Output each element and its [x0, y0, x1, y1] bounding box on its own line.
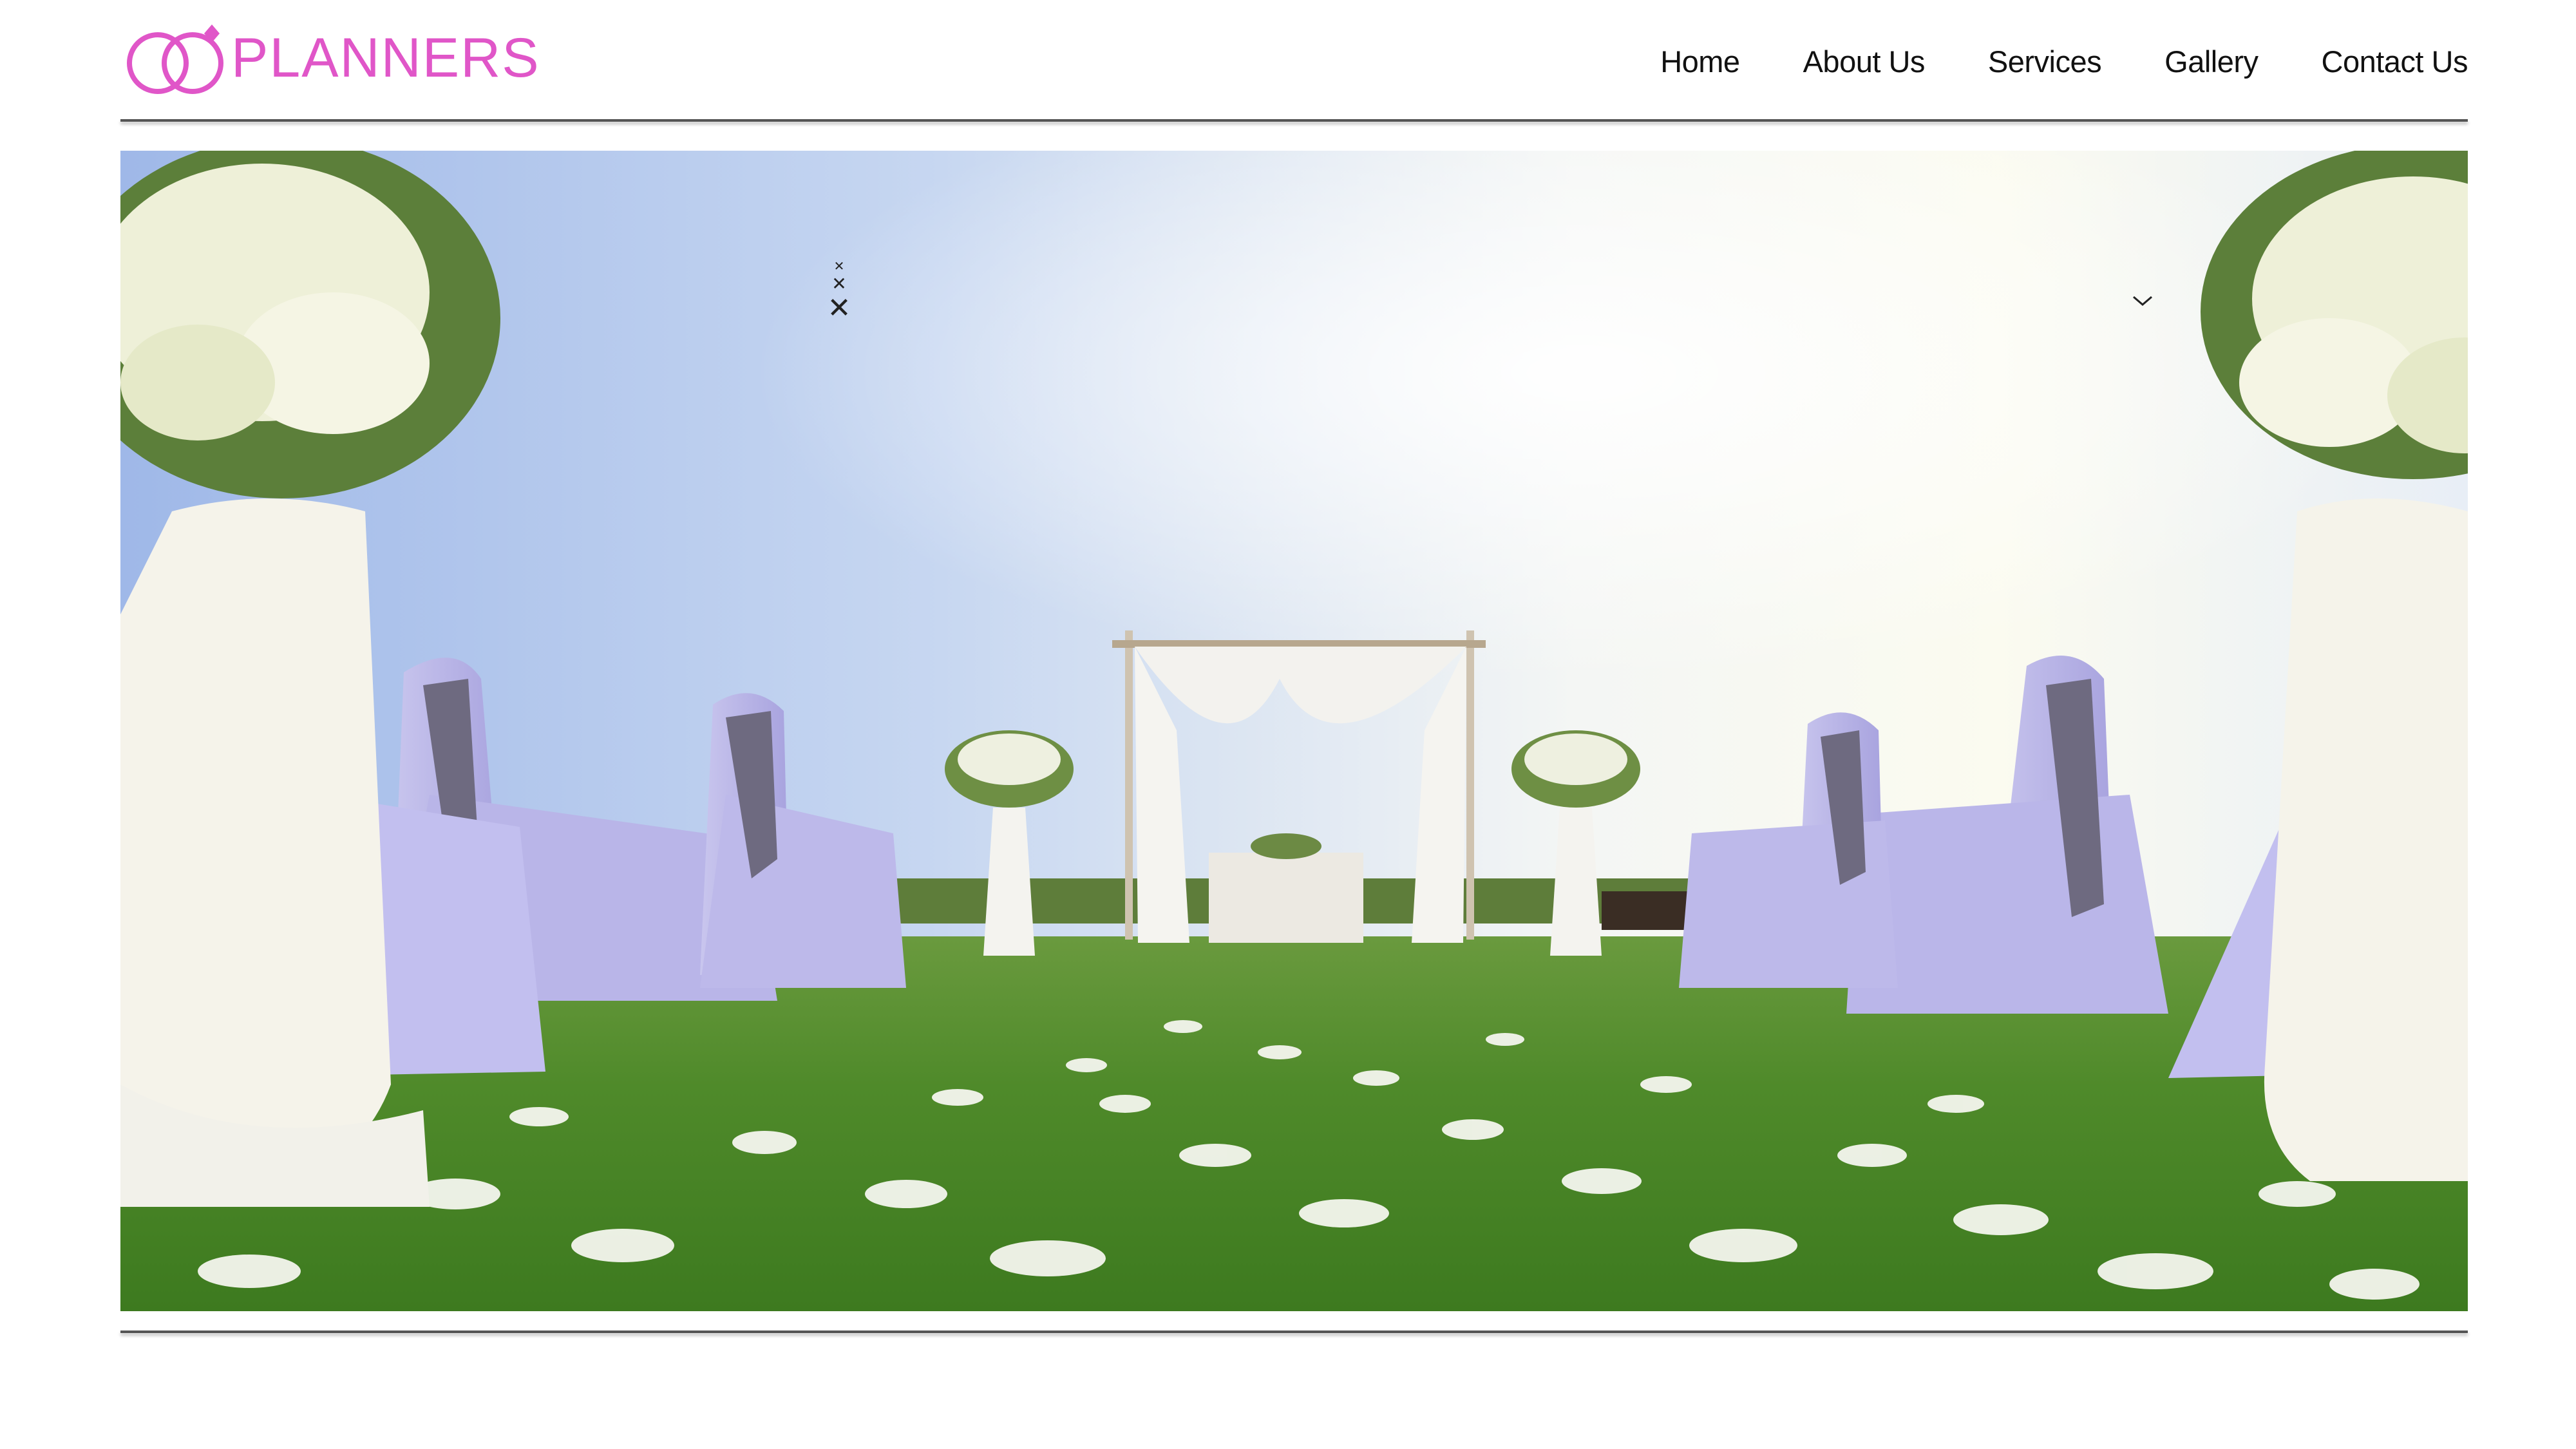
- main-nav: Home About Us Services Gallery Contact U…: [1660, 35, 2468, 87]
- nav-gallery[interactable]: Gallery: [2164, 44, 2259, 79]
- hero-bottom-divider: [120, 1331, 2468, 1333]
- nav-contact-us[interactable]: Contact Us: [2322, 44, 2468, 79]
- close-icon[interactable]: ✕: [826, 294, 852, 323]
- wedding-scene-illustration: [120, 151, 2468, 1311]
- close-icon[interactable]: ✕: [826, 275, 852, 293]
- page: PLANNERS Home About Us Services Gallery …: [0, 0, 2576, 1449]
- site-header: PLANNERS Home About Us Services Gallery …: [120, 0, 2468, 121]
- nav-home[interactable]: Home: [1660, 44, 1740, 79]
- chevron-down-icon[interactable]: [2131, 293, 2154, 308]
- logo[interactable]: PLANNERS: [120, 19, 540, 97]
- nav-about-us[interactable]: About Us: [1803, 44, 1926, 79]
- nav-services[interactable]: Services: [1988, 44, 2102, 79]
- header-divider: [120, 119, 2468, 122]
- brand-name: PLANNERS: [231, 27, 540, 89]
- hero-image: ✕ ✕ ✕: [120, 151, 2468, 1311]
- close-icon[interactable]: ✕: [826, 260, 852, 272]
- close-icon-stack[interactable]: ✕ ✕ ✕: [826, 260, 852, 323]
- rings-logo-icon: [127, 24, 223, 94]
